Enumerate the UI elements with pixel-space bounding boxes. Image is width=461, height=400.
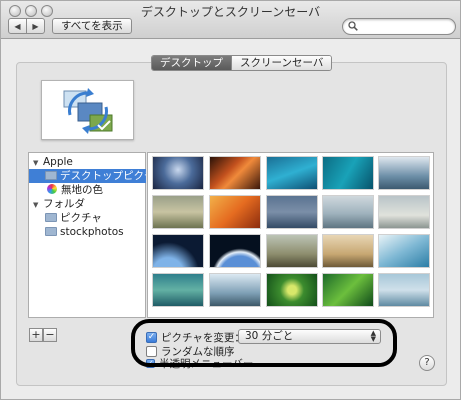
tab-desktop[interactable]: デスクトップ <box>152 56 231 70</box>
picture-thumbnail[interactable] <box>152 195 204 229</box>
title-bar: デスクトップとスクリーンセーバ ◀ ▶ すべてを表示 <box>1 1 460 39</box>
picture-thumbnail[interactable] <box>322 273 374 307</box>
sidebar-item-stockphotos[interactable]: stockphotos <box>29 225 146 239</box>
sidebar-item-solid-colors[interactable]: 無地の色 <box>29 183 146 197</box>
picture-thumbnail[interactable] <box>209 234 261 268</box>
disclosure-triangle-icon: ▼ <box>33 201 39 209</box>
forward-button[interactable]: ▶ <box>26 19 44 33</box>
group-apple[interactable]: ▼ Apple <box>29 155 146 169</box>
source-list: ▼Apple デスクトップピクチャ 無地の色 ▼フォルダ ピクチャ stockp… <box>28 152 146 318</box>
picture-thumbnail[interactable] <box>266 273 318 307</box>
tab-screensaver[interactable]: スクリーンセーバ <box>231 56 332 70</box>
add-folder-button[interactable]: + <box>29 328 43 342</box>
picture-thumbnail[interactable] <box>322 195 374 229</box>
picture-thumbnail[interactable] <box>322 234 374 268</box>
sidebar-item-pictures[interactable]: ピクチャ <box>29 211 146 225</box>
folder-icon <box>45 171 57 180</box>
picture-thumbnail[interactable] <box>152 234 204 268</box>
picture-thumbnail[interactable] <box>322 156 374 190</box>
remove-folder-button[interactable]: − <box>43 328 57 342</box>
picture-thumbnail[interactable] <box>266 195 318 229</box>
picture-thumbnail[interactable] <box>266 156 318 190</box>
show-all-button[interactable]: すべてを表示 <box>52 18 132 34</box>
picture-thumbnail[interactable] <box>209 156 261 190</box>
picture-thumbnail[interactable] <box>378 195 430 229</box>
sidebar-item-desktop-pictures[interactable]: デスクトップピクチャ <box>29 169 146 183</box>
picture-thumbnail[interactable] <box>152 156 204 190</box>
picture-thumbnail[interactable] <box>378 234 430 268</box>
back-arrow-icon: ◀ <box>14 21 21 31</box>
group-folders[interactable]: ▼ フォルダ <box>29 197 146 211</box>
picture-thumbnail[interactable] <box>378 273 430 307</box>
picture-thumbnail[interactable] <box>378 156 430 190</box>
highlight-oval <box>131 319 397 367</box>
back-forward-group: ◀ ▶ <box>8 18 45 34</box>
search-icon <box>348 21 358 31</box>
preferences-window: デスクトップとスクリーンセーバ ◀ ▶ すべてを表示 デスクトップ スクリーンセ… <box>0 0 461 400</box>
forward-arrow-icon: ▶ <box>32 21 39 31</box>
disclosure-triangle-icon: ▼ <box>33 159 39 167</box>
back-button[interactable]: ◀ <box>9 19 26 33</box>
tab-bar: デスクトップ スクリーンセーバ <box>151 55 333 71</box>
folder-icon <box>45 213 57 222</box>
picture-thumbnail[interactable] <box>209 195 261 229</box>
picture-thumbnail[interactable] <box>152 273 204 307</box>
picture-thumbnail[interactable] <box>266 234 318 268</box>
folder-icon <box>45 227 57 236</box>
picture-thumbnail[interactable] <box>209 273 261 307</box>
color-wheel-icon <box>47 184 57 194</box>
desktop-preview <box>41 80 134 140</box>
picture-grid <box>147 152 434 318</box>
help-button[interactable]: ? <box>419 355 435 371</box>
rotating-pictures-icon <box>63 88 113 134</box>
search-input[interactable] <box>342 18 456 35</box>
